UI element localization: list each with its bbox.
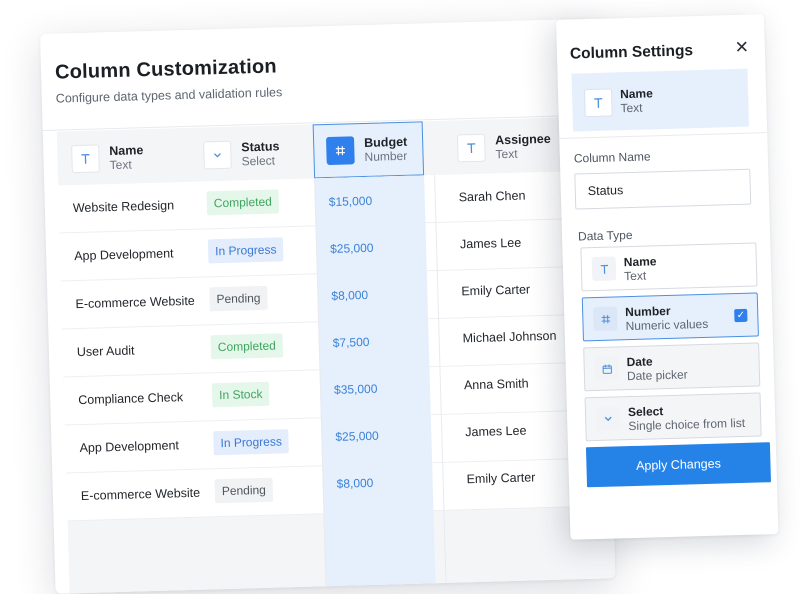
status-badge: Pending (214, 477, 274, 504)
page-subtitle: Configure data types and validation rule… (55, 85, 283, 106)
column-header-name[interactable]: Name Text (71, 130, 202, 186)
cell-assignee: James Lee (465, 423, 527, 440)
column-header-status-type: Select (241, 153, 276, 169)
status-badge: Completed (210, 333, 284, 360)
data-type-option-date[interactable]: Date Date picker (583, 342, 761, 392)
calendar-icon (594, 356, 620, 382)
chevron-down-icon (203, 140, 232, 170)
checkbox-checked-icon[interactable]: ✓ (734, 308, 748, 323)
status-badge: Pending (209, 285, 268, 312)
hash-icon (325, 136, 355, 166)
cell-assignee: Sarah Chen (458, 188, 526, 205)
column-customization-card: Column Customization Configure data type… (40, 18, 616, 594)
data-type-option-select[interactable]: Select Single choice from list (584, 392, 762, 442)
status-badge: Completed (206, 189, 280, 216)
cell-assignee: Emily Carter (466, 470, 536, 487)
status-badge: In Progress (213, 429, 290, 456)
column-header-name-type: Text (109, 157, 132, 173)
card-header: Column Customization Configure data type… (40, 18, 603, 131)
cell-project-name: User Audit (76, 343, 135, 360)
data-type-option-number[interactable]: Number Numeric values ✓ (581, 292, 759, 342)
cell-budget: $25,000 (329, 240, 374, 256)
column-header-status[interactable]: Status Select (203, 126, 314, 181)
cell-assignee: James Lee (459, 235, 522, 252)
cell-assignee: Anna Smith (463, 376, 529, 393)
column-header-budget-type: Number (364, 148, 408, 164)
column-header-assignee-type: Text (495, 146, 518, 162)
column-name-input[interactable] (574, 168, 752, 210)
cell-budget: $8,000 (331, 287, 369, 303)
cell-project-name: App Development (74, 246, 174, 264)
option-title: Name (623, 254, 657, 270)
close-icon[interactable]: ✕ (731, 37, 754, 60)
apply-changes-button[interactable]: Apply Changes (585, 442, 771, 488)
budget-column-highlight: $15,000 $25,000 $8,000 $7,500 $35,000 $2… (314, 175, 436, 594)
option-description: Numeric values (625, 316, 709, 334)
cell-project-name: E-commerce Website (75, 293, 195, 312)
cell-project-name: Compliance Check (78, 390, 184, 408)
status-badge: In Progress (207, 237, 284, 264)
column-header-budget-label: Budget (363, 134, 408, 150)
cell-budget: $25,000 (335, 428, 379, 444)
cell-project-name: App Development (79, 438, 180, 456)
cell-project-name: E-commerce Website (80, 485, 201, 504)
cell-project-name: Website Redesign (72, 198, 175, 216)
option-description: Single choice from list (628, 415, 746, 434)
text-icon (71, 144, 100, 174)
data-type-option-text[interactable]: Name Text (580, 242, 758, 292)
chevron-down-icon (595, 406, 621, 432)
option-title: Select (627, 404, 664, 420)
cell-assignee: Michael Johnson (462, 328, 557, 346)
column-header-assignee-label: Assignee (494, 131, 551, 148)
hash-icon (593, 306, 618, 332)
status-badge: In Stock (211, 381, 270, 408)
selected-column-name: Name (619, 86, 653, 102)
option-description: Date picker (626, 367, 688, 384)
column-name-label: Column Name (573, 149, 651, 166)
column-header-budget[interactable]: Budget Number (312, 121, 425, 179)
panel-title: Column Settings (569, 42, 694, 63)
selected-column-card: Name Text (571, 68, 750, 132)
text-icon (583, 88, 613, 118)
option-description: Text (623, 268, 647, 284)
text-icon (591, 256, 617, 282)
cell-assignee: Emily Carter (461, 282, 531, 299)
option-title: Number (624, 303, 671, 320)
column-header-status-label: Status (241, 139, 280, 155)
page-title: Column Customization (54, 55, 278, 84)
data-type-label: Data Type (577, 227, 633, 244)
cell-budget: $7,500 (332, 334, 370, 350)
column-header-name-label: Name (109, 143, 144, 159)
cell-budget: $35,000 (333, 381, 378, 397)
option-title: Date (626, 354, 653, 370)
divider (559, 132, 768, 139)
selected-column-type: Text (620, 100, 643, 116)
cell-budget: $15,000 (328, 193, 373, 209)
cell-budget: $8,000 (336, 475, 374, 491)
text-icon (456, 133, 486, 163)
column-settings-panel: Column Settings ✕ Name Text Column Name … (556, 14, 779, 540)
